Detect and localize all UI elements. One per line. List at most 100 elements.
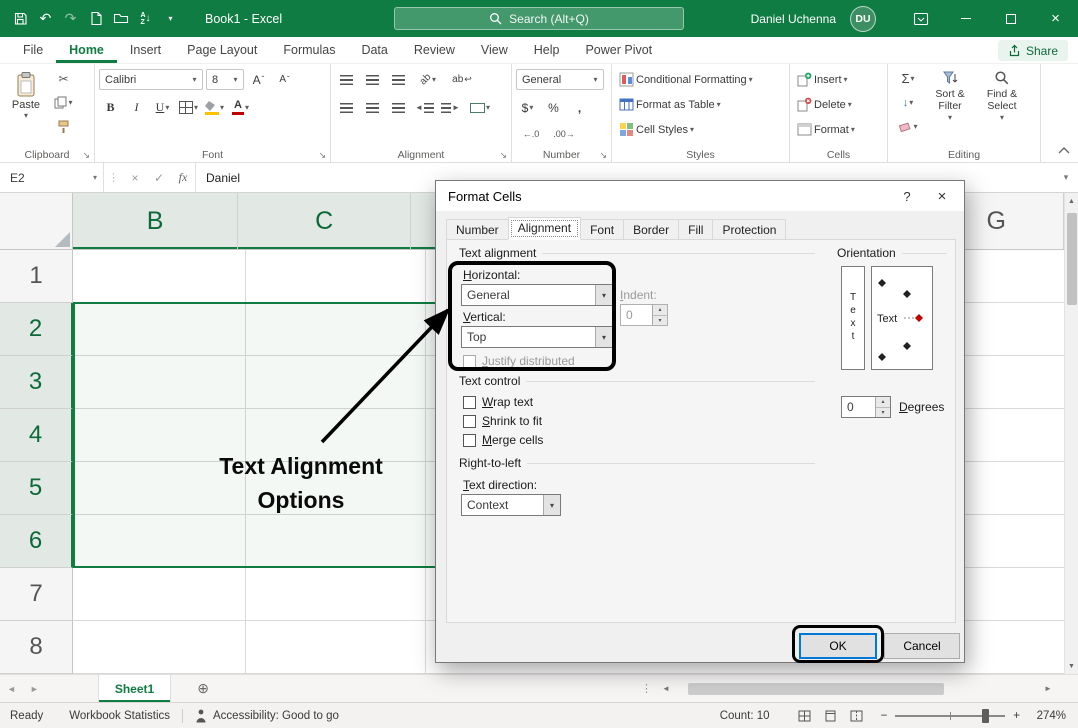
find-select-button[interactable]: Find & Select ▾ <box>976 67 1028 139</box>
scroll-down-button[interactable]: ▼ <box>1065 658 1078 674</box>
next-sheet-button[interactable]: ► <box>23 684 46 694</box>
dialog-title-bar[interactable]: Format Cells ? × <box>436 181 964 211</box>
borders-button[interactable]: ▾ <box>177 96 200 119</box>
name-box[interactable]: E2 ▾ <box>0 163 104 192</box>
row-header-8[interactable]: 8 <box>0 621 73 674</box>
row-header-7[interactable]: 7 <box>0 568 73 621</box>
new-file-button[interactable] <box>83 6 108 32</box>
font-name-combo[interactable]: Calibri▾ <box>99 69 203 90</box>
open-file-button[interactable] <box>108 6 133 32</box>
format-as-table-button[interactable]: Format as Table ▾ <box>616 92 724 117</box>
avatar[interactable]: DU <box>850 6 876 32</box>
insert-cells-button[interactable]: Insert ▾ <box>794 71 851 88</box>
decrease-indent-button[interactable]: ◄ <box>413 96 436 119</box>
previous-sheet-button[interactable]: ◄ <box>0 684 23 694</box>
dialog-tab-alignment[interactable]: Alignment <box>508 217 581 240</box>
dialog-tab-border[interactable]: Border <box>623 219 679 240</box>
scroll-up-button[interactable]: ▲ <box>1065 193 1078 209</box>
underline-button[interactable]: U▾ <box>151 96 174 119</box>
fill-button[interactable]: ↓▾ <box>892 91 924 114</box>
cut-button[interactable]: ✂ <box>52 67 75 90</box>
spin-down-icon[interactable]: ▾ <box>876 408 890 418</box>
percent-style-button[interactable]: % <box>542 96 565 119</box>
font-color-button[interactable]: A ▾ <box>229 96 252 119</box>
fill-color-button[interactable]: ▾ <box>203 96 226 119</box>
zoom-slider-thumb[interactable] <box>982 709 989 723</box>
row-header-4[interactable]: 4 <box>0 409 73 462</box>
row-header-1[interactable]: 1 <box>0 250 73 303</box>
tab-power-pivot[interactable]: Power Pivot <box>572 37 665 63</box>
degrees-spinner[interactable]: 0 ▴▾ <box>841 396 891 418</box>
dialog-tab-font[interactable]: Font <box>580 219 624 240</box>
confirm-entry-button[interactable]: ✓ <box>147 163 171 192</box>
text-direction-combo[interactable]: Context ▾ <box>461 494 561 516</box>
share-button[interactable]: Share <box>998 40 1068 61</box>
rotation-dial-control[interactable]: Text <box>871 266 933 370</box>
search-input[interactable]: Search (Alt+Q) <box>394 7 684 30</box>
tab-review[interactable]: Review <box>401 37 468 63</box>
redo-button[interactable]: ↷ <box>58 6 83 32</box>
horizontal-scrollbar-track[interactable] <box>674 675 1040 702</box>
merge-center-button[interactable]: ▾ <box>465 96 495 119</box>
align-center-button[interactable] <box>361 96 384 119</box>
merge-cells-checkbox[interactable]: Merge cells <box>463 433 543 447</box>
wrap-text-button[interactable]: ab↩ <box>446 68 478 91</box>
wrap-text-checkbox[interactable]: Wrap text <box>463 395 533 409</box>
tab-view[interactable]: View <box>468 37 521 63</box>
accessibility-status-button[interactable]: Accessibility: Good to go <box>213 710 339 722</box>
sort-filter-button[interactable]: Sort & Filter ▾ <box>924 67 976 139</box>
orientation-button[interactable]: ab▾ <box>413 68 443 91</box>
sort-button[interactable]: AZ↓ <box>133 6 158 32</box>
indent-spinner[interactable]: 0 ▴▾ <box>620 304 668 326</box>
comma-style-button[interactable]: , <box>568 96 591 119</box>
dialog-tab-fill[interactable]: Fill <box>678 219 713 240</box>
new-sheet-button[interactable]: ⊕ <box>197 680 209 697</box>
zoom-slider[interactable] <box>895 715 1005 717</box>
dialog-close-button[interactable]: × <box>924 188 960 205</box>
dialog-tab-protection[interactable]: Protection <box>712 219 786 240</box>
tab-help[interactable]: Help <box>521 37 573 63</box>
align-right-button[interactable] <box>387 96 410 119</box>
tab-data[interactable]: Data <box>348 37 400 63</box>
tab-scroll-handle[interactable]: ⋮ <box>635 682 658 695</box>
align-left-button[interactable] <box>335 96 358 119</box>
format-painter-button[interactable] <box>52 115 75 138</box>
undo-button[interactable]: ↶ <box>33 6 58 32</box>
alignment-dialog-launcher[interactable]: ↘ <box>499 150 507 161</box>
dialog-help-button[interactable]: ? <box>890 189 924 204</box>
italic-button[interactable]: I <box>125 96 148 119</box>
user-name[interactable]: Daniel Uchenna <box>751 12 836 26</box>
dialog-tab-number[interactable]: Number <box>446 219 509 240</box>
spin-down-icon[interactable]: ▾ <box>653 316 667 326</box>
page-break-view-icon[interactable] <box>850 710 863 722</box>
cancel-entry-button[interactable]: × <box>123 163 147 192</box>
save-button[interactable] <box>8 6 33 32</box>
clear-button[interactable]: ▾ <box>892 115 924 138</box>
copy-button[interactable]: ▾ <box>52 91 75 114</box>
delete-cells-button[interactable]: Delete ▾ <box>794 96 855 113</box>
zoom-out-button[interactable]: − <box>881 710 888 722</box>
tab-formulas[interactable]: Formulas <box>270 37 348 63</box>
scroll-left-button[interactable]: ◄ <box>658 684 674 693</box>
normal-view-icon[interactable] <box>798 710 811 722</box>
number-format-combo[interactable]: General▾ <box>516 69 604 90</box>
paste-button[interactable]: Paste ▾ <box>4 67 48 144</box>
tab-file[interactable]: File <box>10 37 56 63</box>
cell-styles-button[interactable]: Cell Styles ▾ <box>616 117 697 142</box>
format-cells-button[interactable]: Format ▾ <box>794 121 858 138</box>
scroll-right-button[interactable]: ► <box>1040 684 1056 693</box>
maximize-button[interactable] <box>988 0 1033 37</box>
column-header-b[interactable]: B <box>73 193 238 249</box>
collapse-ribbon-button[interactable] <box>1058 143 1070 157</box>
row-header-2[interactable]: 2 <box>0 303 73 356</box>
increase-decimal-button[interactable]: ←.0 <box>516 122 546 145</box>
zoom-in-button[interactable]: + <box>1013 710 1020 722</box>
align-top-button[interactable] <box>335 68 358 91</box>
zoom-level[interactable]: 274% <box>1030 710 1066 722</box>
autosum-button[interactable]: Σ▾ <box>892 67 924 90</box>
align-bottom-button[interactable] <box>387 68 410 91</box>
decrease-decimal-button[interactable]: .00→ <box>549 122 579 145</box>
vertical-text-orientation-control[interactable]: Text <box>841 266 865 370</box>
close-button[interactable]: × <box>1033 0 1078 37</box>
vertical-scrollbar-thumb[interactable] <box>1067 213 1077 305</box>
